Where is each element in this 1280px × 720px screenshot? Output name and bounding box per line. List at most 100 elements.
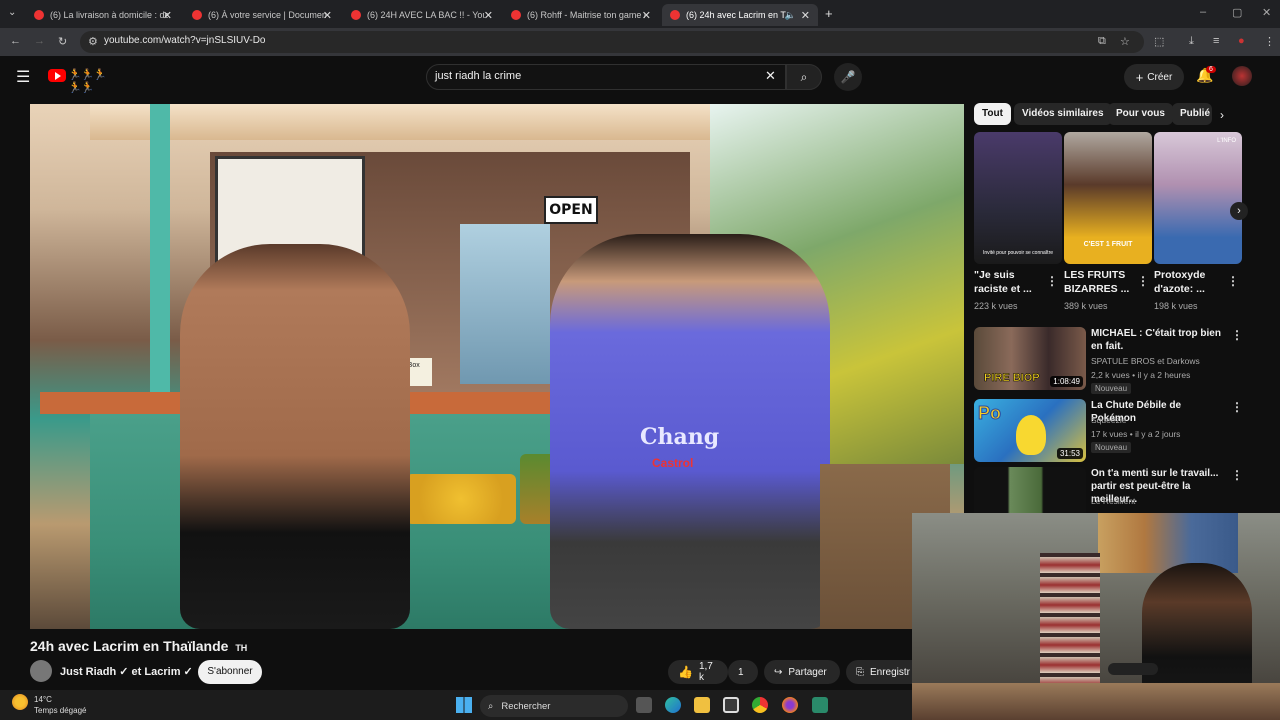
windows-start-icon[interactable]: [456, 697, 472, 713]
back-icon[interactable]: ←: [10, 35, 21, 47]
youtube-logo[interactable]: 🏃🏃🏃🏃🏃: [48, 68, 116, 94]
chrome-browser-icon[interactable]: [752, 697, 768, 713]
search-button[interactable]: ⌕: [786, 64, 822, 90]
voice-search-button[interactable]: 🎤: [834, 63, 862, 91]
browser-tab[interactable]: (6) À votre service | Documenta ✕: [184, 4, 340, 26]
hamburger-menu-icon[interactable]: ☰: [16, 67, 30, 87]
more-options-icon[interactable]: ⋮: [1227, 274, 1239, 288]
close-tab-icon[interactable]: ✕: [163, 9, 172, 22]
bookmark-star-icon[interactable]: ☆: [1120, 35, 1130, 48]
more-options-icon[interactable]: ⋮: [1231, 328, 1243, 342]
store-icon[interactable]: [723, 697, 739, 713]
menu-icon[interactable]: ⋮: [1264, 35, 1275, 48]
more-options-icon[interactable]: ⋮: [1231, 400, 1243, 414]
video-channel[interactable]: Le Résilient: [1091, 496, 1135, 506]
short-title[interactable]: Protoxyde d'azote: ...: [1154, 268, 1220, 296]
close-tab-icon[interactable]: ✕: [801, 9, 810, 22]
jersey-text: Castrol: [652, 456, 694, 470]
url-text[interactable]: youtube.com/watch?v=jnSLSIUV-Do: [104, 35, 265, 46]
tab-title: (6) 24h avec Lacrim en Thaïl: [686, 10, 786, 20]
weather-icon[interactable]: [12, 694, 28, 710]
like-count: 1,7 k: [698, 661, 713, 683]
video-channel[interactable]: SPATULE BROS et Darkows: [1091, 356, 1200, 366]
short-views: 389 k vues: [1064, 301, 1108, 311]
video-meta: 17 k vues • il y a 2 jours: [1091, 429, 1181, 439]
chip-published[interactable]: Publié: [1172, 103, 1212, 125]
more-options-icon[interactable]: ⋮: [1137, 274, 1149, 288]
weather-description[interactable]: Temps dégagé: [34, 706, 86, 715]
profile-icon[interactable]: ●: [1238, 35, 1245, 47]
close-tab-icon[interactable]: ✕: [642, 9, 651, 22]
site-info-icon[interactable]: ⚙: [88, 35, 98, 48]
like-button[interactable]: 👍 1,7 k: [668, 660, 728, 684]
create-button[interactable]: + Créer: [1124, 64, 1184, 90]
short-views: 198 k vues: [1154, 301, 1198, 311]
search-icon: ⌕: [800, 70, 808, 84]
chip-for-you[interactable]: Pour vous: [1108, 103, 1173, 125]
close-window-icon[interactable]: ✕: [1262, 6, 1271, 19]
video-thumbnail[interactable]: Po 31:53: [974, 399, 1086, 462]
close-tab-icon[interactable]: ✕: [484, 9, 493, 22]
taskbar-search-label: Rechercher: [501, 700, 551, 712]
channel-avatar[interactable]: [30, 660, 52, 682]
short-thumbnail[interactable]: L'INFO: [1154, 132, 1242, 264]
wall-posters: [1098, 513, 1238, 573]
video-thumbnail[interactable]: [974, 467, 1086, 513]
taskbar-search-box[interactable]: ⌕ Rechercher: [480, 695, 628, 717]
short-thumbnail[interactable]: Invité pour pouvoir se connaître: [974, 132, 1062, 264]
new-tab-icon[interactable]: +: [825, 6, 833, 21]
youtube-favicon-icon: [34, 10, 44, 20]
more-options-icon[interactable]: ⋮: [1231, 468, 1243, 482]
speaker-icon[interactable]: 🔈: [785, 10, 796, 21]
video-title-link[interactable]: MICHAEL : C'était trop bien en fait.: [1091, 327, 1227, 353]
short-title[interactable]: LES FRUITS BIZARRES ...: [1064, 268, 1130, 296]
chevron-right-icon[interactable]: ›: [1220, 108, 1224, 122]
youtube-favicon-icon: [511, 10, 521, 20]
short-caption: L'INFO: [1217, 138, 1236, 144]
weather-temperature[interactable]: 14°C: [34, 695, 52, 704]
forward-icon[interactable]: →: [34, 35, 45, 47]
video-channel[interactable]: Squeezie: [1091, 415, 1126, 425]
task-view-icon[interactable]: [636, 697, 652, 713]
tab-search-list-icon[interactable]: ≡: [1213, 35, 1219, 47]
edge-browser-icon[interactable]: [665, 697, 681, 713]
browser-tab[interactable]: (6) 24H AVEC LA BAC !! - YouTu ✕: [343, 4, 501, 26]
app-icon[interactable]: [812, 697, 828, 713]
save-button[interactable]: ⎘ Enregistr: [846, 660, 912, 684]
minimize-icon[interactable]: –: [1200, 6, 1206, 18]
clear-search-icon[interactable]: ✕: [765, 68, 776, 84]
maximize-icon[interactable]: ▢: [1232, 6, 1242, 19]
account-avatar[interactable]: [1232, 66, 1252, 86]
extensions-icon[interactable]: ⬚: [1154, 35, 1164, 48]
browser-tab[interactable]: (6) La livraison à domicile : de l ✕: [26, 4, 180, 26]
shorts-next-icon[interactable]: ›: [1230, 202, 1248, 220]
video-title-text: 24h avec Lacrim en Thaïlande: [30, 638, 229, 654]
save-icon: ⎘: [856, 666, 864, 678]
desk: [912, 683, 1280, 720]
subscribe-button[interactable]: S'abonner: [198, 660, 262, 684]
dislike-count: 1: [738, 666, 744, 678]
browser-tab[interactable]: (6) Rohff - Maitrise ton game (L ✕: [503, 4, 659, 26]
video-player[interactable]: OPEN Tip Box Chang Castrol: [30, 104, 964, 629]
search-query-text[interactable]: just riadh la crime: [435, 70, 521, 82]
person-left: [180, 244, 410, 629]
channel-name[interactable]: Just Riadh ✓ et Lacrim ✓: [60, 665, 193, 678]
search-icon: ⌕: [488, 700, 494, 712]
firefox-icon[interactable]: [782, 697, 798, 713]
file-explorer-icon[interactable]: [694, 697, 710, 713]
cast-icon[interactable]: ⧉: [1098, 35, 1106, 48]
reload-icon[interactable]: ↻: [58, 35, 67, 48]
pikachu-shape: [1016, 415, 1046, 455]
short-title[interactable]: "Je suis raciste et ...: [974, 268, 1040, 296]
dislike-button[interactable]: 1: [728, 660, 758, 684]
chip-similar[interactable]: Vidéos similaires: [1014, 103, 1112, 125]
tab-search-icon[interactable]: ⌄: [8, 7, 16, 18]
share-button[interactable]: ↪ Partager: [764, 660, 840, 684]
short-thumbnail[interactable]: C'EST 1 FRUIT: [1064, 132, 1152, 264]
more-options-icon[interactable]: ⋮: [1046, 274, 1058, 288]
download-icon[interactable]: ⤓: [1189, 35, 1194, 48]
video-thumbnail[interactable]: PIRE BIOP 1:08:49: [974, 327, 1086, 390]
chip-all[interactable]: Tout: [974, 103, 1011, 125]
browser-tab-active[interactable]: (6) 24h avec Lacrim en Thaïl 🔈 ✕: [662, 4, 818, 26]
close-tab-icon[interactable]: ✕: [323, 9, 332, 22]
